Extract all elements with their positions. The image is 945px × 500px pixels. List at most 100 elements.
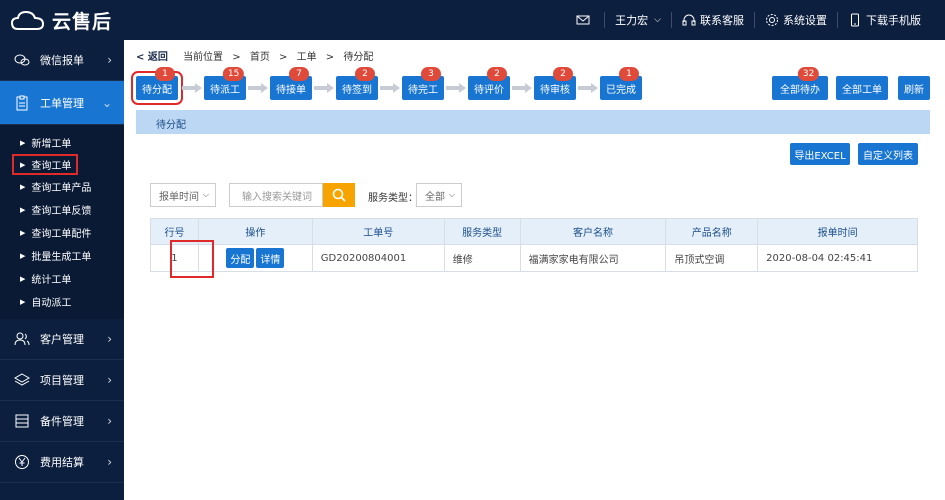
time-filter-select[interactable]: 报单时间 ⌵	[150, 183, 216, 207]
step-pending-dispatch[interactable]: 待派工 15	[204, 67, 246, 100]
submenu-label: 查询工单反馈	[31, 206, 92, 217]
step-count-badge: 2	[553, 67, 573, 81]
chevron-right-icon: ›	[107, 373, 112, 387]
submenu-auto-dispatch[interactable]: ▶ 自动派工	[0, 290, 124, 313]
submenu-label: 批量生成工单	[31, 252, 92, 263]
search-input[interactable]: 输入搜索关键词	[229, 183, 323, 207]
top-bar: 云售后 王力宏 ⌵ 联系客服 系统设置 下载手机版	[0, 0, 945, 40]
step-label: 待签到	[342, 84, 372, 96]
column-header[interactable]: 产品名称	[665, 218, 759, 245]
arrow-right-icon	[446, 83, 466, 93]
user-menu[interactable]: 王力宏 ⌵	[604, 12, 671, 28]
download-app-link[interactable]: 下载手机版	[837, 12, 931, 28]
service-type-select[interactable]: 全部 ⌵	[416, 183, 462, 207]
assign-button[interactable]: 分配	[226, 248, 255, 268]
sidebar-item-project-management[interactable]: 项目管理 ›	[0, 360, 124, 401]
search-button[interactable]	[323, 183, 355, 207]
triangle-right-icon: ▶	[20, 138, 26, 147]
mail-icon	[576, 15, 590, 25]
sidebar-item-parts-management[interactable]: 备件管理 ›	[0, 401, 124, 442]
orders-table: 行号 操作 工单号 服务类型 客户名称 产品名称 报单时间 1 分配 详情 GD…	[150, 218, 918, 272]
sidebar-item-wechat-orders[interactable]: 微信报单 ›	[0, 40, 124, 81]
product-name: 吊顶式空调	[665, 244, 759, 272]
submenu-query-order-feedback[interactable]: ▶ 查询工单反馈	[0, 198, 124, 221]
user-name: 王力宏	[615, 14, 649, 27]
customer-service-label: 联系客服	[700, 14, 744, 27]
column-header[interactable]: 报单时间	[757, 218, 918, 245]
column-header[interactable]: 客户名称	[519, 218, 667, 245]
arrow-right-icon	[182, 83, 202, 93]
triangle-right-icon: ▶	[20, 251, 26, 260]
row-actions: 分配 详情	[197, 244, 313, 272]
breadcrumb-home[interactable]: 首页	[250, 52, 270, 63]
step-label: 待接单	[276, 84, 306, 96]
back-link[interactable]: < 返回	[136, 52, 168, 63]
submenu-label: 查询工单产品	[31, 183, 92, 194]
refresh-label: 刷新	[904, 84, 924, 96]
system-settings-link[interactable]: 系统设置	[754, 12, 837, 28]
sidebar: 微信报单 › 工单管理 ⌄ ▶ 新增工单 ▶ 查询工单 ▶ 查询工单产品 ▶ 查询工单反…	[0, 40, 124, 500]
sidebar-item-label: 费用结算	[40, 456, 84, 469]
table-header-row: 行号 操作 工单号 服务类型 客户名称 产品名称 报单时间	[150, 218, 918, 245]
step-pending-audit[interactable]: 待审核 2	[534, 67, 576, 100]
breadcrumb-current: 待分配	[343, 52, 374, 63]
logo[interactable]: 云售后	[10, 6, 112, 34]
step-pending-review[interactable]: 待评价 2	[468, 67, 510, 100]
step-count-badge: 1	[619, 67, 639, 81]
refresh-button[interactable]: 刷新	[898, 76, 930, 100]
sidebar-item-label: 项目管理	[40, 374, 84, 387]
mobile-icon	[851, 13, 859, 27]
brand-name: 云售后	[52, 10, 113, 33]
submenu-new-order[interactable]: ▶ 新增工单	[0, 131, 124, 154]
customer-service-link[interactable]: 联系客服	[671, 12, 754, 28]
column-header[interactable]: 工单号	[311, 218, 445, 245]
step-completed[interactable]: 已完成 1	[600, 67, 642, 100]
submenu-batch-generate[interactable]: ▶ 批量生成工单	[0, 244, 124, 267]
submenu-query-order-parts[interactable]: ▶ 查询工单配件	[0, 221, 124, 244]
message-button[interactable]	[566, 12, 604, 28]
main-content: < 返回 当前位置 > 首页 > 工单 > 待分配 待分配 1 待派工 15 待…	[124, 40, 945, 500]
service-type-value: 全部	[425, 191, 445, 203]
step-pending-signin[interactable]: 待签到 2	[336, 67, 378, 100]
breadcrumb-section[interactable]: 工单	[297, 52, 317, 63]
sidebar-item-customer-management[interactable]: 客户管理 ›	[0, 319, 124, 360]
step-pending-assign[interactable]: 待分配 1	[131, 67, 183, 105]
step-count-badge: 1	[155, 67, 175, 81]
submenu-label: 统计工单	[31, 275, 72, 286]
cloud-logo-icon	[10, 10, 45, 30]
list-icon	[15, 414, 29, 428]
chevron-right-icon: ›	[107, 414, 112, 428]
submenu-query-order[interactable]: ▶ 查询工单	[12, 154, 78, 175]
sidebar-item-order-management[interactable]: 工单管理 ⌄	[0, 81, 124, 125]
all-orders-button[interactable]: 全部工单	[836, 76, 888, 100]
triangle-right-icon: ▶	[20, 228, 26, 237]
tab-pending-assign[interactable]: 待分配	[156, 116, 186, 131]
headset-icon	[682, 14, 696, 26]
workflow-steps: 待分配 1 待派工 15 待接单 7 待签到 2 待完工 3 待评价 2 待审核…	[131, 67, 936, 105]
arrow-right-icon	[380, 83, 400, 93]
triangle-right-icon: ▶	[20, 182, 26, 191]
column-header[interactable]: 操作	[197, 218, 313, 245]
export-excel-button[interactable]: 导出EXCEL	[790, 143, 850, 165]
step-pending-complete[interactable]: 待完工 3	[402, 67, 444, 100]
custom-columns-button[interactable]: 自定义列表	[858, 143, 918, 165]
sidebar-item-cost-settlement[interactable]: 费用结算 ›	[0, 442, 124, 483]
step-label: 待分配	[142, 84, 172, 96]
chevron-down-icon: ⌄	[101, 95, 112, 110]
all-pending-button[interactable]: 全部待办 32	[772, 67, 828, 100]
order-number: GD20200804001	[311, 244, 445, 272]
system-settings-label: 系统设置	[783, 14, 827, 27]
chevron-right-icon: ›	[107, 455, 112, 469]
all-pending-label: 全部待办	[780, 84, 820, 96]
step-pending-accept[interactable]: 待接单 7	[270, 67, 312, 100]
users-icon	[14, 332, 30, 346]
customer-name: 福满家家电有限公司	[519, 244, 667, 272]
arrow-right-icon	[512, 83, 532, 93]
submenu-query-order-product[interactable]: ▶ 查询工单产品	[0, 175, 124, 198]
assign-highlight-box	[170, 240, 214, 278]
step-count-badge: 2	[487, 67, 507, 81]
all-orders-label: 全部工单	[842, 84, 882, 96]
column-header[interactable]: 服务类型	[443, 218, 521, 245]
detail-button[interactable]: 详情	[256, 248, 285, 268]
submenu-order-stats[interactable]: ▶ 统计工单	[0, 267, 124, 290]
